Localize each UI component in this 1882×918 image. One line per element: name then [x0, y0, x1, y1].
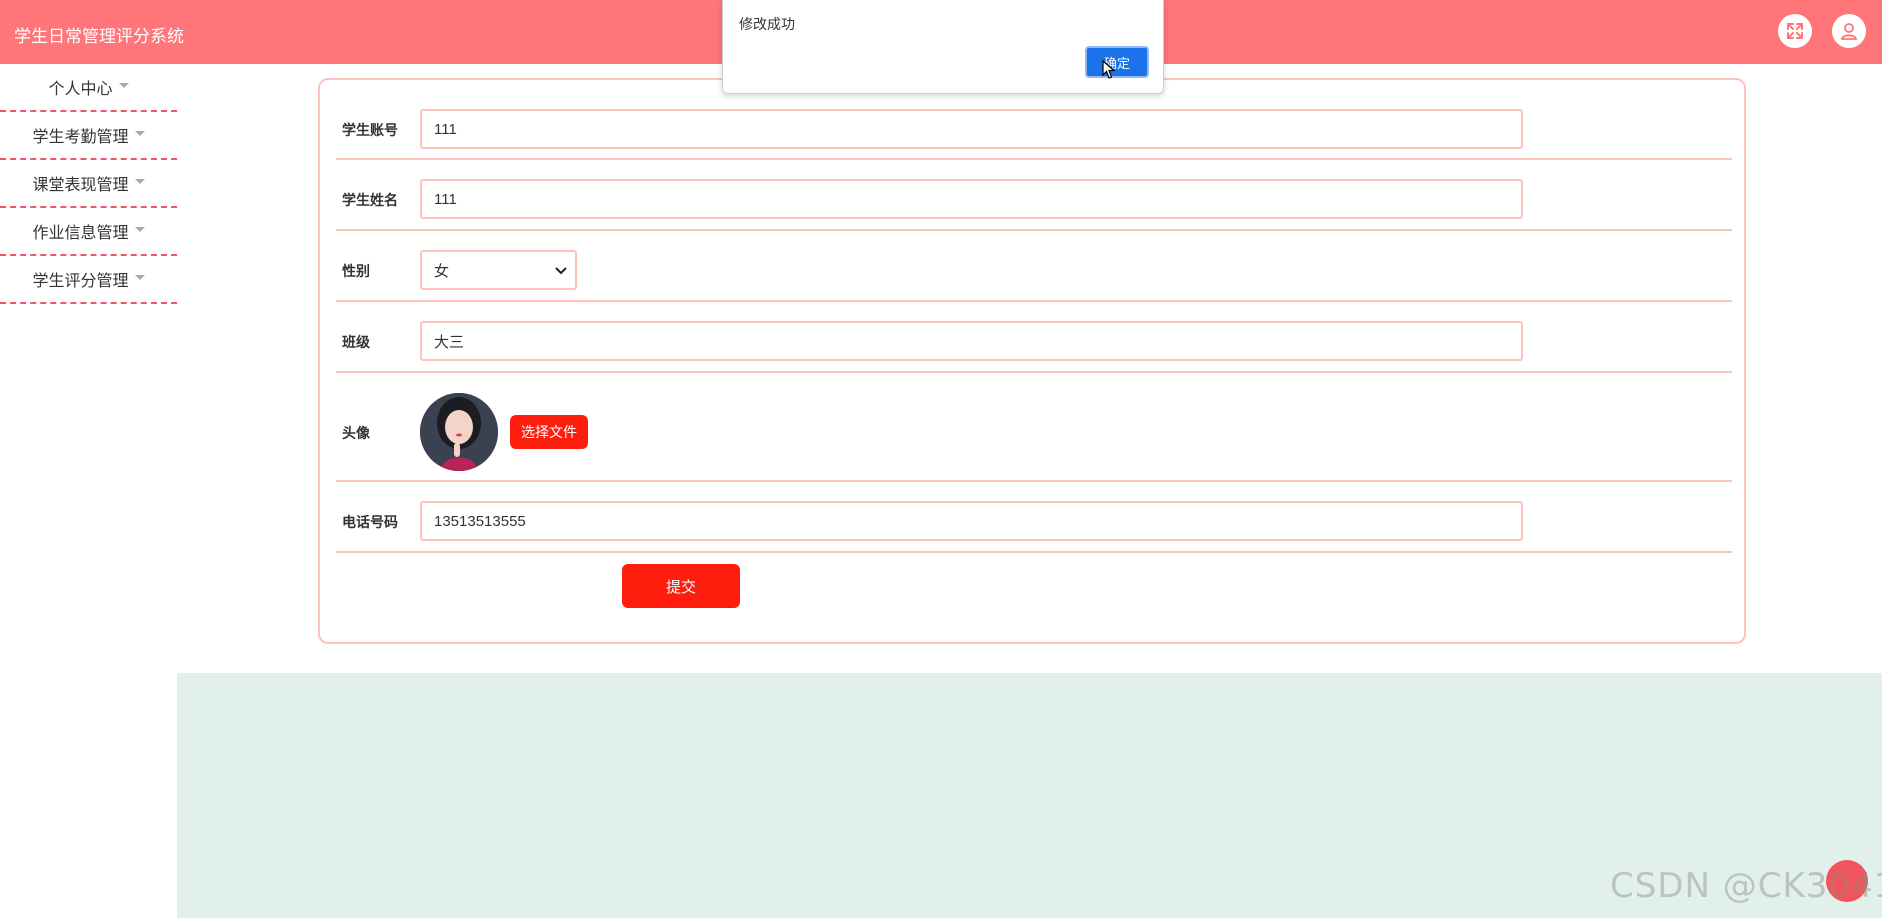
sidebar-item-classroom[interactable]: 课堂表现管理	[0, 160, 177, 208]
sidebar-item-label: 学生考勤管理	[32, 129, 129, 146]
expand-arrows-icon	[1787, 23, 1803, 39]
avatar	[420, 393, 498, 471]
user-icon	[1840, 23, 1858, 40]
ok-button[interactable]: 确定	[1085, 46, 1149, 78]
form-row-gender: 性别 女	[336, 231, 1732, 302]
form-row-avatar: 头像 选择文件	[336, 373, 1732, 482]
form-row-name: 学生姓名	[336, 160, 1732, 231]
avatar-image	[420, 393, 498, 471]
chevron-down-icon	[134, 130, 145, 136]
sidebar-item-label: 作业信息管理	[32, 225, 129, 242]
sidebar-item-label: 个人中心	[48, 81, 113, 98]
app-title: 学生日常管理评分系统	[14, 27, 184, 46]
chevron-down-icon	[555, 267, 567, 275]
sidebar-item-scoring[interactable]: 学生评分管理	[0, 256, 177, 304]
phone-input[interactable]	[420, 501, 1523, 541]
gender-select[interactable]: 女	[420, 250, 577, 290]
alert-dialog: 修改成功 确定	[722, 0, 1164, 94]
gender-label: 性别	[342, 263, 370, 279]
watermark: CSDN @CK3041	[1610, 866, 1882, 906]
fullscreen-button[interactable]	[1778, 14, 1812, 48]
choose-file-button[interactable]: 选择文件	[510, 415, 588, 449]
gender-value: 女	[434, 262, 450, 280]
account-label: 学生账号	[342, 122, 398, 138]
sidebar-item-personal-center[interactable]: 个人中心	[0, 64, 177, 112]
user-button[interactable]	[1832, 14, 1866, 48]
sidebar-item-label: 学生评分管理	[32, 273, 129, 290]
class-label: 班级	[342, 334, 370, 350]
name-input[interactable]	[420, 179, 1523, 219]
phone-label: 电话号码	[342, 514, 398, 530]
class-input[interactable]	[420, 321, 1523, 361]
profile-form: 学生账号 学生姓名 性别 女 班级 头像	[318, 78, 1746, 644]
submit-button[interactable]: 提交	[622, 564, 740, 608]
form-row-class: 班级	[336, 302, 1732, 373]
sidebar: 个人中心 学生考勤管理 课堂表现管理 作业信息管理 学生评分管理	[0, 64, 177, 918]
sidebar-item-homework[interactable]: 作业信息管理	[0, 208, 177, 256]
chevron-down-icon	[134, 178, 145, 184]
chevron-down-icon	[134, 274, 145, 280]
chevron-down-icon	[134, 226, 145, 232]
alert-message: 修改成功	[739, 16, 795, 32]
account-input[interactable]	[420, 109, 1523, 149]
sidebar-item-label: 课堂表现管理	[32, 177, 129, 194]
avatar-label: 头像	[342, 425, 370, 441]
name-label: 学生姓名	[342, 192, 398, 208]
mouse-cursor-icon	[1102, 60, 1116, 79]
form-row-phone: 电话号码	[336, 482, 1732, 553]
chevron-down-icon	[118, 82, 129, 88]
sidebar-item-attendance[interactable]: 学生考勤管理	[0, 112, 177, 160]
